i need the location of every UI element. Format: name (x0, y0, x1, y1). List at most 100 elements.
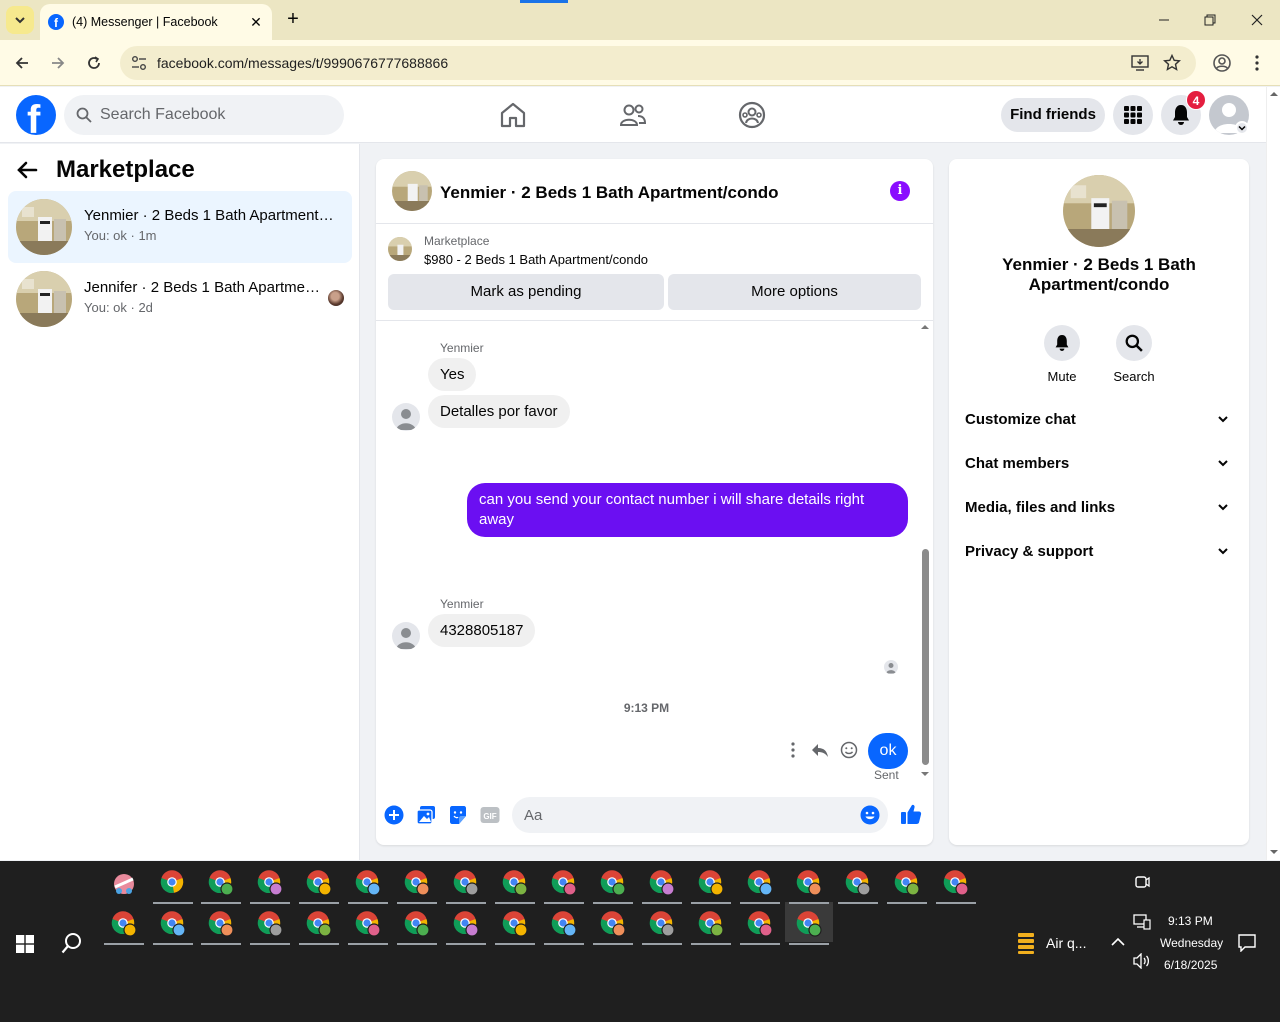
tab-close-icon[interactable]: ✕ (246, 14, 266, 31)
chrome-window-icon[interactable] (943, 870, 969, 896)
chrome-window-icon[interactable] (257, 870, 283, 896)
site-settings-icon[interactable] (130, 54, 148, 72)
address-bar[interactable]: facebook.com/messages/t/9990676777688866 (120, 46, 1196, 80)
chrome-window-icon[interactable] (747, 870, 773, 896)
chrome-window-icon[interactable] (306, 911, 332, 937)
chrome-window-icon[interactable] (160, 911, 186, 937)
profile-icon[interactable] (1212, 53, 1232, 73)
more-actions-icon[interactable] (790, 741, 796, 759)
conversation-item[interactable]: Jennifer · 2 Beds 1 Bath Apartment/condo… (8, 263, 352, 335)
listing-thumbnail[interactable] (388, 237, 412, 261)
network-icon[interactable] (1133, 914, 1151, 930)
sender-avatar[interactable] (392, 622, 420, 650)
browser-tab-messenger[interactable]: f (4) Messenger | Facebook ✕ (40, 4, 272, 40)
chrome-window-icon[interactable] (649, 870, 675, 896)
chrome-window-icon[interactable] (747, 911, 773, 937)
chat-scrollbar[interactable] (919, 321, 931, 781)
chrome-window-icon[interactable] (257, 911, 283, 937)
sticker-icon[interactable] (448, 805, 468, 825)
chat-title[interactable]: Yenmier · 2 Beds 1 Bath Apartment/condo (440, 183, 779, 203)
mark-as-pending-button[interactable]: Mark as pending (388, 274, 664, 310)
chrome-window-icon[interactable] (551, 911, 577, 937)
chat-thumbnail[interactable] (392, 171, 432, 211)
install-app-icon[interactable] (1131, 55, 1149, 71)
page-scrollbar[interactable] (1266, 87, 1280, 860)
facebook-search-input[interactable]: Search Facebook (64, 95, 344, 135)
minimize-button[interactable] (1141, 0, 1187, 40)
volume-icon[interactable] (1133, 953, 1151, 969)
clock-date[interactable]: 6/18/2025 (1164, 958, 1217, 972)
message-input[interactable] (524, 797, 844, 833)
search-in-conversation-button[interactable] (1116, 325, 1152, 361)
scroll-down-icon[interactable] (920, 771, 930, 777)
emoji-icon[interactable] (860, 805, 880, 825)
listing-photo[interactable] (1063, 175, 1135, 247)
find-friends-button[interactable]: Find friends (1001, 98, 1105, 132)
back-arrow-icon[interactable] (16, 159, 38, 181)
reply-icon[interactable] (811, 742, 829, 758)
home-icon[interactable] (497, 99, 529, 131)
meet-now-icon[interactable] (1134, 874, 1150, 890)
weather-icon[interactable] (1016, 931, 1036, 955)
chrome-window-icon[interactable] (649, 911, 675, 937)
gif-icon[interactable]: GIF (480, 805, 500, 825)
message-bubble[interactable]: Detalles por favor (428, 395, 570, 428)
message-input-container[interactable] (512, 797, 888, 833)
listing-price-title[interactable]: $980 - 2 Beds 1 Bath Apartment/condo (424, 252, 648, 267)
chrome-window-icon[interactable] (208, 870, 234, 896)
scroll-up-icon[interactable] (1269, 91, 1279, 97)
snipping-tool-icon[interactable] (111, 871, 137, 897)
account-chevron[interactable] (1235, 121, 1249, 135)
search-icon[interactable] (61, 932, 83, 954)
chrome-window-icon[interactable] (698, 870, 724, 896)
restore-button[interactable] (1187, 0, 1233, 40)
search-action[interactable]: Search (1104, 325, 1164, 384)
new-tab-button[interactable]: + (282, 8, 304, 30)
chrome-window-icon[interactable] (796, 870, 822, 896)
forward-button[interactable] (44, 49, 72, 77)
chrome-window-icon[interactable] (355, 870, 381, 896)
browser-menu-icon[interactable] (1254, 54, 1260, 72)
chrome-window-icon[interactable] (600, 870, 626, 896)
chrome-window-icon[interactable] (551, 870, 577, 896)
chrome-window-icon[interactable] (894, 870, 920, 896)
chat-scroll-thumb[interactable] (922, 549, 929, 765)
info-icon[interactable]: i (890, 181, 910, 201)
chrome-window-icon[interactable] (111, 911, 137, 937)
clock-day[interactable]: Wednesday (1160, 936, 1223, 950)
conversation-item[interactable]: Yenmier · 2 Beds 1 Bath Apartment/condo … (8, 191, 352, 263)
chat-members-section[interactable]: Chat members (965, 455, 1233, 479)
plus-circle-icon[interactable] (384, 805, 404, 825)
chrome-window-icon[interactable] (355, 911, 381, 937)
reload-button[interactable] (80, 49, 108, 77)
facebook-logo-icon[interactable]: f (16, 95, 56, 135)
chrome-window-icon[interactable] (600, 911, 626, 937)
windows-start-icon[interactable] (16, 935, 34, 953)
chrome-window-icon[interactable] (453, 911, 479, 937)
react-emoji-icon[interactable] (840, 741, 858, 759)
menu-button[interactable] (1113, 95, 1153, 135)
chevron-up-icon[interactable] (1111, 937, 1125, 947)
customize-chat-section[interactable]: Customize chat (965, 411, 1233, 435)
chrome-window-icon[interactable] (502, 911, 528, 937)
photo-icon[interactable] (416, 805, 436, 825)
outgoing-message-bubble[interactable]: can you send your contact number i will … (467, 483, 908, 537)
weather-text[interactable]: Air q... (1046, 935, 1086, 951)
chrome-window-icon[interactable] (404, 870, 430, 896)
chrome-window-icon[interactable] (208, 911, 234, 937)
outgoing-message-bubble[interactable]: ok (868, 733, 908, 769)
chrome-window-icon[interactable] (502, 870, 528, 896)
scroll-down-icon[interactable] (1269, 849, 1279, 855)
thumbs-up-icon[interactable] (900, 803, 922, 825)
scroll-up-icon[interactable] (920, 324, 930, 330)
groups-icon[interactable] (736, 99, 768, 131)
message-bubble[interactable]: Yes (428, 358, 477, 391)
chrome-window-icon[interactable] (404, 911, 430, 937)
chrome-window-icon[interactable] (160, 870, 186, 896)
clock-time[interactable]: 9:13 PM (1168, 914, 1213, 928)
sender-avatar[interactable] (392, 403, 420, 431)
media-files-links-section[interactable]: Media, files and links (965, 499, 1233, 523)
close-window-button[interactable] (1234, 0, 1280, 40)
back-button[interactable] (8, 49, 36, 77)
chrome-window-icon[interactable] (306, 870, 332, 896)
